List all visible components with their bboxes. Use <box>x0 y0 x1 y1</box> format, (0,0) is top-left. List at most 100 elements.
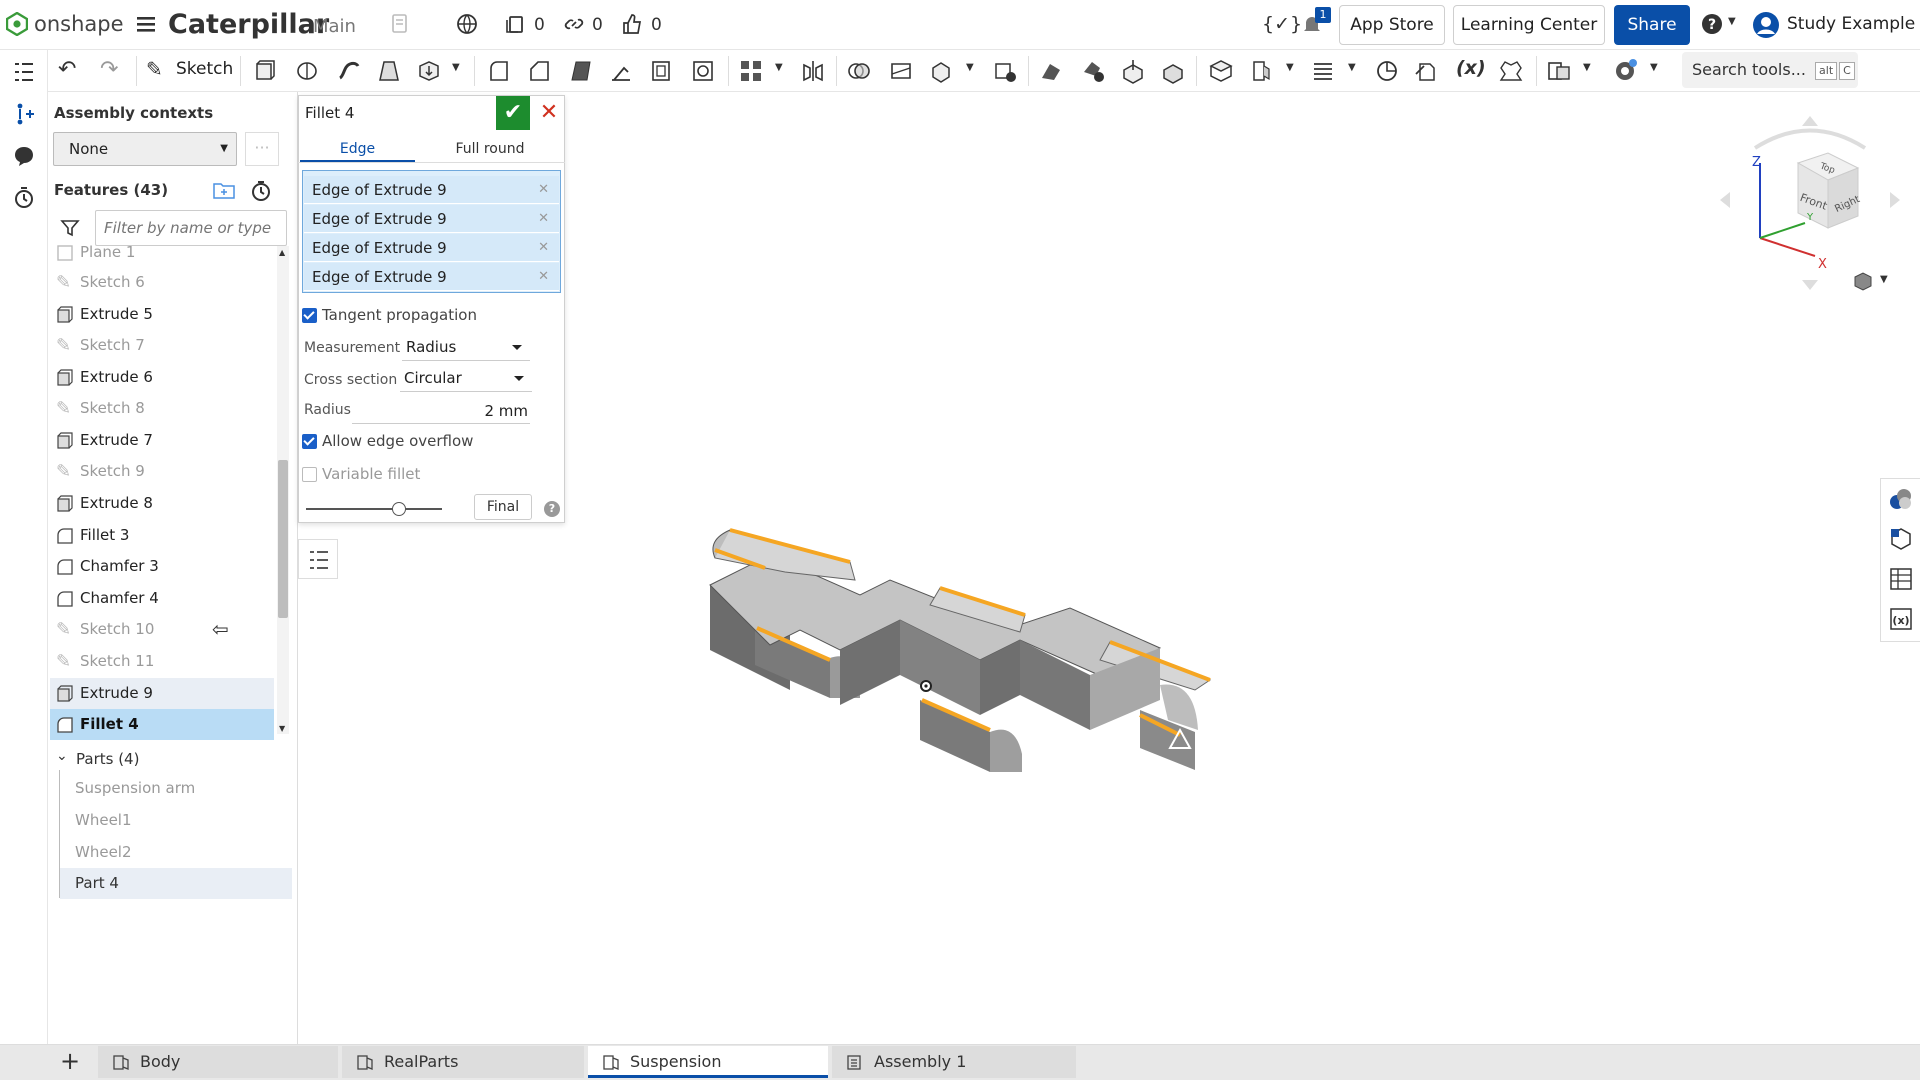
like-thumb-icon[interactable] <box>620 12 644 36</box>
transform-icon[interactable] <box>928 58 954 84</box>
onshape-logo-icon[interactable] <box>6 12 28 36</box>
help-icon[interactable]: ? <box>1700 12 1724 36</box>
share-button[interactable]: Share <box>1614 5 1690 45</box>
fillet-icon[interactable] <box>486 58 512 84</box>
assembly-icon[interactable] <box>1546 58 1572 84</box>
extrude-icon[interactable] <box>252 58 278 84</box>
loft-icon[interactable] <box>376 58 402 84</box>
feature-row-chamfer-3[interactable]: Chamfer 3 <box>50 551 274 582</box>
thicken-icon[interactable] <box>416 58 442 84</box>
scroll-up-arrow-icon[interactable]: ▲ <box>279 248 285 257</box>
filter-funnel-icon[interactable] <box>60 218 80 238</box>
tab-edge[interactable]: Edge <box>300 137 415 163</box>
chevron-down-icon[interactable]: ▼ <box>1348 62 1356 73</box>
derived-icon[interactable] <box>1414 58 1440 84</box>
rollback-arrow-icon[interactable]: ⇦ <box>212 614 229 645</box>
edge-selection-item[interactable]: Edge of Extrude 9 ✕ <box>304 263 559 291</box>
tab-full-round[interactable]: Full round <box>420 137 560 163</box>
draft-icon[interactable] <box>568 58 594 84</box>
show-list-toggle[interactable] <box>298 539 338 579</box>
feature-row-sketch-9[interactable]: ✎ Sketch 9 <box>50 456 274 487</box>
chevron-down-icon[interactable]: ▼ <box>1880 274 1888 285</box>
add-instance-icon[interactable] <box>12 102 36 126</box>
boolean-icon[interactable] <box>846 58 872 84</box>
sketch-button[interactable]: ✎ Sketch <box>146 55 233 85</box>
split-icon[interactable] <box>888 58 914 84</box>
shell-icon[interactable] <box>648 58 674 84</box>
parts-title[interactable]: Parts (4) <box>76 750 139 768</box>
view-options-cube-icon[interactable] <box>1852 270 1874 292</box>
tab-realparts[interactable]: RealParts <box>342 1046 584 1078</box>
mate-connector-icon[interactable] <box>1248 58 1274 84</box>
tab-body[interactable]: Body <box>98 1046 338 1078</box>
rib-icon[interactable] <box>608 58 634 84</box>
edge-selection-item[interactable]: Edge of Extrude 9 ✕ <box>304 205 559 233</box>
feature-row-extrude-7[interactable]: Extrude 7 <box>50 425 274 456</box>
app-store-button[interactable]: App Store <box>1339 5 1445 45</box>
user-name[interactable]: Study Example <box>1787 14 1915 34</box>
mirror-icon[interactable] <box>800 58 826 84</box>
undo-icon[interactable]: ↶ <box>58 57 76 82</box>
chevron-down-icon[interactable]: ▼ <box>1286 62 1294 73</box>
feature-row-fillet-4[interactable]: Fillet 4 <box>50 709 274 740</box>
version-graph-icon[interactable] <box>388 12 412 36</box>
feature-row-sketch-11[interactable]: ✎ Sketch 11 <box>50 646 274 677</box>
mass-properties-icon[interactable] <box>1888 526 1914 552</box>
search-tools-input[interactable]: Search tools... alt C <box>1682 52 1858 88</box>
new-folder-icon[interactable] <box>212 180 236 200</box>
scroll-down-arrow-icon[interactable]: ▼ <box>279 724 285 733</box>
menu-icon[interactable] <box>136 14 156 34</box>
helix-icon[interactable] <box>1310 58 1336 84</box>
radius-input[interactable]: 2 mm <box>352 400 530 424</box>
chamfer-icon[interactable] <box>526 58 552 84</box>
chevron-down-icon[interactable]: ▼ <box>966 62 974 73</box>
parts-collapse-chevron-icon[interactable]: ⌄ <box>56 748 68 764</box>
user-avatar[interactable] <box>1752 11 1780 39</box>
variable-studio-icon[interactable]: {✓} <box>1262 13 1302 35</box>
document-title[interactable]: Caterpillar <box>168 9 329 40</box>
part-row-wheel2[interactable]: Wheel2 <box>60 837 292 868</box>
allow-edge-overflow-checkbox[interactable] <box>302 434 317 449</box>
rollback-timer-icon[interactable] <box>250 180 272 202</box>
replace-face-icon[interactable] <box>1160 58 1186 84</box>
assembly-context-more-button[interactable]: ··· <box>245 132 279 166</box>
feature-list-icon[interactable] <box>12 60 36 84</box>
bom-icon[interactable] <box>1888 566 1914 592</box>
rollback-slider-handle[interactable] <box>392 502 406 516</box>
comments-icon[interactable] <box>12 144 36 168</box>
help-chevron-down-icon[interactable]: ▼ <box>1728 16 1736 27</box>
feature-row-chamfer-4[interactable]: Chamfer 4 <box>50 583 274 614</box>
chevron-down-icon[interactable]: ▼ <box>452 62 460 73</box>
remove-selection-icon[interactable]: ✕ <box>538 263 549 291</box>
link-icon[interactable] <box>562 12 586 36</box>
brand-name[interactable]: onshape <box>34 12 124 36</box>
plane-icon[interactable] <box>1208 58 1234 84</box>
final-button[interactable]: Final <box>474 494 532 520</box>
feature-row-sketch-6[interactable]: ✎ Sketch 6 <box>50 267 274 298</box>
chevron-down-icon[interactable]: ▼ <box>1583 62 1591 73</box>
tangent-propagation-checkbox[interactable] <box>302 308 317 323</box>
sweep-icon[interactable] <box>336 58 362 84</box>
modify-fillet-icon[interactable] <box>1038 58 1064 84</box>
edge-selection-item[interactable]: Edge of Extrude 9 ✕ <box>304 176 559 204</box>
branch-name[interactable]: Main <box>313 16 356 37</box>
move-face-icon[interactable] <box>1120 58 1146 84</box>
chevron-down-icon[interactable]: ▼ <box>1650 62 1658 73</box>
custom-feature-icon[interactable] <box>1498 58 1524 84</box>
pattern-icon[interactable] <box>738 58 764 84</box>
appearance-icon[interactable] <box>1888 486 1914 512</box>
edge-selection-item[interactable]: Edge of Extrude 9 ✕ <box>304 234 559 262</box>
remove-selection-icon[interactable]: ✕ <box>538 205 549 233</box>
measurement-select[interactable]: Radius <box>402 335 530 361</box>
public-globe-icon[interactable] <box>455 12 479 36</box>
feature-row-sketch-10[interactable]: ✎ Sketch 10 ⇦ <box>50 614 274 645</box>
cancel-x-button[interactable]: ✕ <box>536 96 562 130</box>
rollback-slider-track[interactable] <box>306 508 442 510</box>
cross-section-select[interactable]: Circular <box>400 366 532 392</box>
tab-suspension[interactable]: Suspension <box>588 1046 828 1078</box>
dialog-help-icon[interactable]: ? <box>544 501 560 517</box>
tab-assembly-1[interactable]: Assembly 1 <box>832 1046 1076 1078</box>
remove-selection-icon[interactable]: ✕ <box>538 234 549 262</box>
feature-row-extrude-8[interactable]: Extrude 8 <box>50 488 274 519</box>
feature-row-extrude-6[interactable]: Extrude 6 <box>50 362 274 393</box>
